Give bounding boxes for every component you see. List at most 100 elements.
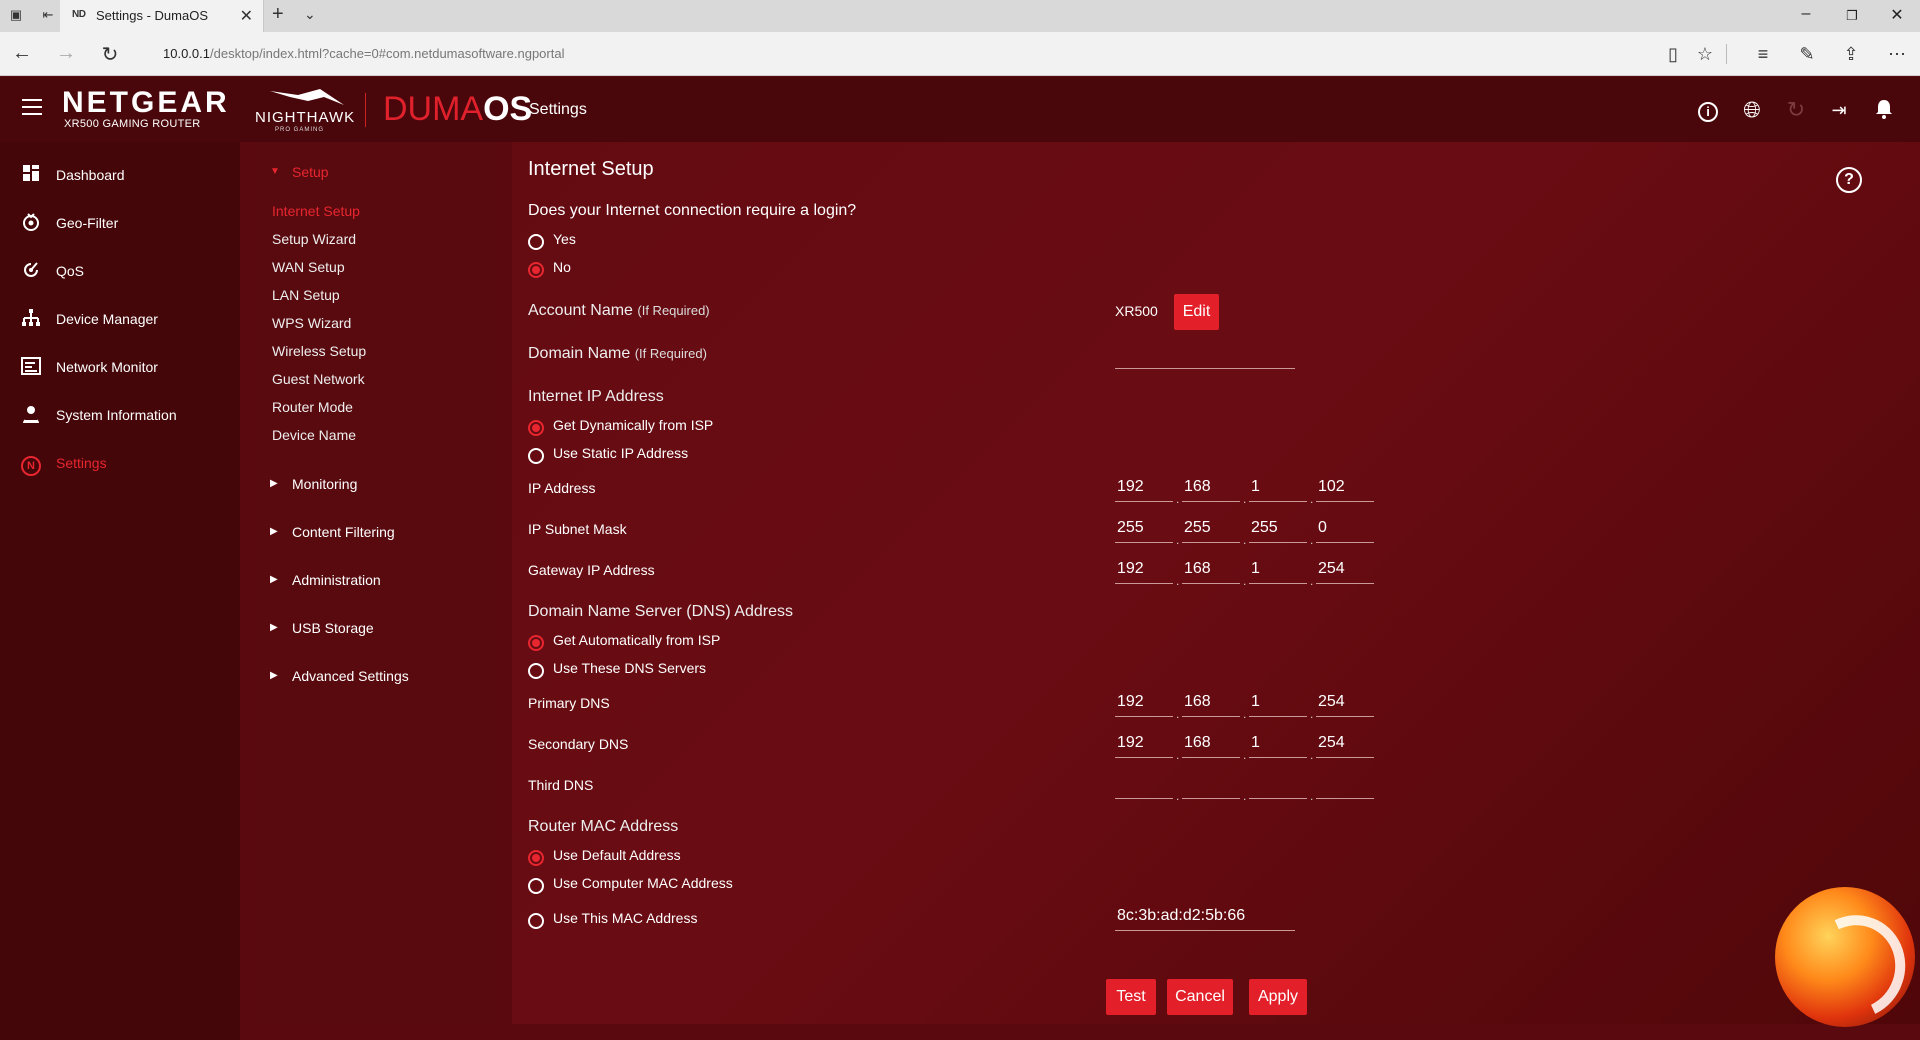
subnav-link-lan-setup[interactable]: LAN Setup (272, 287, 340, 303)
primary-dns-octet-1[interactable]: 192 (1115, 687, 1173, 717)
more-icon[interactable]: ⋯ (1886, 43, 1908, 65)
close-window-icon[interactable]: ✕ (1874, 5, 1920, 25)
sidebar-item-label: QoS (56, 263, 85, 279)
subnet-octet-1[interactable]: 255 (1115, 513, 1173, 543)
hub-icon[interactable]: ≡ (1752, 43, 1774, 65)
url-field[interactable]: 10.0.0.1/desktop/index.html?cache=0#com.… (163, 46, 564, 61)
subnav-section-setup[interactable]: ▼ Setup (270, 164, 490, 188)
sidebar-item-system-information[interactable]: System Information (0, 396, 240, 436)
globe-icon[interactable]: 🌐︎ (1741, 99, 1763, 121)
mac-this-radio[interactable] (528, 913, 544, 929)
minimize-icon[interactable]: – (1783, 5, 1829, 23)
qos-icon (20, 260, 42, 282)
favorite-star-icon[interactable]: ☆ (1694, 43, 1716, 65)
apply-button[interactable]: Apply (1249, 979, 1307, 1015)
subnav-link-internet-setup[interactable]: Internet Setup (272, 203, 360, 219)
chevron-down-icon[interactable]: ⌄ (304, 6, 316, 23)
ip-octet-3[interactable]: 1 (1249, 472, 1307, 502)
pro-gaming-label: PRO GAMING (275, 127, 325, 133)
subnav-link-router-mode[interactable]: Router Mode (272, 399, 353, 415)
third-dns-octet-2[interactable] (1182, 769, 1240, 799)
sidebar-item-geo-filter[interactable]: Geo-Filter (0, 204, 240, 244)
sidebar-item-dashboard[interactable]: Dashboard (0, 156, 240, 196)
subnet-octet-4[interactable]: 0 (1316, 513, 1374, 543)
edit-account-button[interactable]: Edit (1174, 294, 1219, 330)
refresh-icon[interactable]: ↻ (1785, 99, 1807, 121)
cancel-button[interactable]: Cancel (1167, 979, 1233, 1015)
secondary-dns-octet-3[interactable]: 1 (1249, 728, 1307, 758)
dns-auto-radio[interactable] (528, 635, 544, 651)
secondary-dns-label: Secondary DNS (528, 736, 629, 752)
gateway-label: Gateway IP Address (528, 562, 655, 578)
tab-actions-icon[interactable]: ▣ (8, 7, 24, 23)
browser-tab[interactable]: ND Settings - DumaOS ✕ (60, 0, 264, 32)
web-note-icon[interactable]: ✎ (1796, 43, 1818, 65)
login-no-radio[interactable] (528, 262, 544, 278)
octet-separator: . (1176, 492, 1180, 506)
subnet-octet-2[interactable]: 255 (1182, 513, 1240, 543)
new-tab-icon[interactable]: + (272, 3, 284, 26)
octet-separator: . (1310, 789, 1314, 803)
test-button[interactable]: Test (1106, 979, 1156, 1015)
subnav-section-monitoring[interactable]: ▶ Monitoring (270, 476, 490, 500)
info-icon[interactable]: i (1697, 99, 1719, 122)
sidebar-item-device-manager[interactable]: Device Manager (0, 300, 240, 340)
restore-icon[interactable]: ❐ (1829, 8, 1875, 24)
subnav-link-wan-setup[interactable]: WAN Setup (272, 259, 345, 275)
ip-static-radio[interactable] (528, 448, 544, 464)
back-icon[interactable]: ← (10, 42, 34, 65)
subnav-link-device-name[interactable]: Device Name (272, 427, 356, 443)
reading-view-icon[interactable]: ▯ (1662, 43, 1684, 65)
hamburger-menu-icon[interactable] (22, 99, 42, 115)
mac-address-input[interactable]: 8c:3b:ad:d2:5b:66 (1115, 901, 1295, 931)
subnav-section-advanced-settings[interactable]: ▶ Advanced Settings (270, 668, 490, 692)
subnav-section-content-filtering[interactable]: ▶ Content Filtering (270, 524, 490, 548)
primary-dns-octet-2[interactable]: 168 (1182, 687, 1240, 717)
third-dns-octet-1[interactable] (1115, 769, 1173, 799)
subnav-link-setup-wizard[interactable]: Setup Wizard (272, 231, 356, 247)
login-yes-radio[interactable] (528, 234, 544, 250)
primary-dns-octet-3[interactable]: 1 (1249, 687, 1307, 717)
subnav-link-guest-network[interactable]: Guest Network (272, 371, 365, 387)
bell-icon[interactable] (1873, 99, 1895, 121)
gateway-octet-2[interactable]: 168 (1182, 554, 1240, 584)
subnav-section-administration[interactable]: ▶ Administration (270, 572, 490, 596)
forward-icon[interactable]: → (54, 42, 78, 65)
third-dns-octet-4[interactable] (1316, 769, 1374, 799)
octet-separator: . (1310, 492, 1314, 506)
tab-close-icon[interactable]: ✕ (240, 6, 253, 26)
subnet-octet-3[interactable]: 255 (1249, 513, 1307, 543)
octet-separator: . (1310, 748, 1314, 762)
ip-octet-2[interactable]: 168 (1182, 472, 1240, 502)
sidebar-item-qos[interactable]: QoS (0, 252, 240, 292)
dns-manual-radio[interactable] (528, 663, 544, 679)
help-icon[interactable]: ? (1836, 167, 1862, 193)
mac-default-radio[interactable] (528, 850, 544, 866)
mac-computer-radio[interactable] (528, 878, 544, 894)
subnav-section-usb-storage[interactable]: ▶ USB Storage (270, 620, 490, 644)
ip-octet-4[interactable]: 102 (1316, 472, 1374, 502)
logout-icon[interactable]: ⇥ (1828, 99, 1850, 121)
share-icon[interactable]: ⇪ (1840, 43, 1862, 65)
subnav-section-label: Advanced Settings (292, 668, 409, 684)
refresh-page-icon[interactable]: ↻ (98, 42, 122, 67)
gateway-octet-3[interactable]: 1 (1249, 554, 1307, 584)
secondary-dns-octet-2[interactable]: 168 (1182, 728, 1240, 758)
subnav-link-wireless-setup[interactable]: Wireless Setup (272, 343, 366, 359)
subnav-link-wps-wizard[interactable]: WPS Wizard (272, 315, 351, 331)
sidebar-item-settings[interactable]: N Settings (0, 444, 240, 484)
primary-dns-octet-4[interactable]: 254 (1316, 687, 1374, 717)
ip-dynamic-label: Get Dynamically from ISP (553, 417, 714, 433)
domain-name-input[interactable] (1115, 339, 1295, 369)
netgear-logo: NETGEAR (62, 86, 230, 119)
set-aside-tabs-icon[interactable]: ⇤ (40, 7, 56, 23)
third-dns-octet-3[interactable] (1249, 769, 1307, 799)
ip-octet-1[interactable]: 192 (1115, 472, 1173, 502)
sidebar-item-network-monitor[interactable]: Network Monitor (0, 348, 240, 388)
secondary-dns-octet-4[interactable]: 254 (1316, 728, 1374, 758)
secondary-dns-octet-1[interactable]: 192 (1115, 728, 1173, 758)
gateway-octet-4[interactable]: 254 (1316, 554, 1374, 584)
ip-dynamic-radio[interactable] (528, 420, 544, 436)
gateway-octet-1[interactable]: 192 (1115, 554, 1173, 584)
page-title: Settings (529, 101, 587, 118)
